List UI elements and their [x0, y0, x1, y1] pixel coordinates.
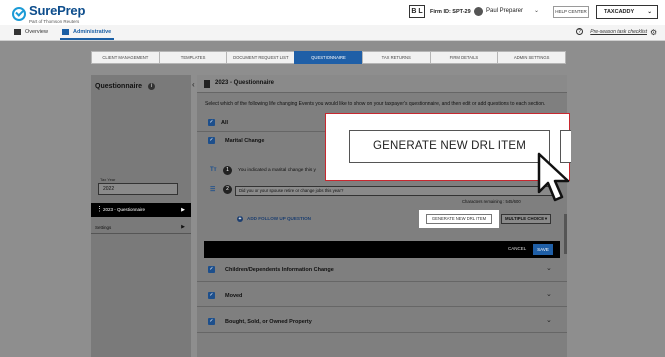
nav-overview-label: Overview: [25, 29, 48, 35]
add-follow-up-label: ADD FOLLOW UP QUESTION: [247, 216, 311, 221]
caret-right-icon: ▶: [181, 224, 185, 230]
nav-overview[interactable]: Overview: [14, 29, 48, 35]
question-text: You indicated a marital change this y: [238, 168, 316, 173]
help-circle-icon: ?: [576, 28, 583, 35]
chevron-down-icon[interactable]: ⌄: [546, 316, 552, 324]
taxcaddy-label: TAXCADDY: [604, 9, 635, 15]
nav-bar: Overview Administrative ? Pre-season tas…: [0, 25, 665, 41]
divider: [197, 332, 567, 333]
main-header: 2023 - Questionnaire: [197, 75, 567, 93]
text-format-icon[interactable]: Tт: [210, 167, 217, 173]
zoom-callout: GENERATE NEW DRL ITEM: [325, 113, 571, 181]
sureprep-logo[interactable]: SurePrep Part of Thomson Reuters: [12, 3, 85, 25]
sidebar-item-label: Settings: [95, 225, 112, 230]
event-label: Children/Dependents Information Change: [225, 267, 334, 273]
firm-id: Firm ID: SPT-29: [430, 9, 471, 15]
question-input[interactable]: Did you or your spouse retire or change …: [235, 186, 555, 196]
mouse-pointer-icon: [537, 152, 570, 202]
drl-highlight: GENERATE NEW DRL ITEM: [419, 210, 499, 228]
checkbox-children[interactable]: ✓: [208, 266, 215, 273]
cancel-button[interactable]: CANCEL: [508, 246, 526, 251]
add-follow-up-button[interactable]: + ADD FOLLOW UP QUESTION: [237, 216, 311, 222]
question-number: 2: [223, 185, 232, 194]
collapse-chevron-icon[interactable]: ‹: [192, 80, 195, 89]
sidebar-item-label: 2023 - Questionnaire: [103, 207, 146, 212]
tab-document-request-list[interactable]: DOCUMENT REQUEST LIST: [226, 51, 295, 64]
page-title: 2023 - Questionnaire: [215, 80, 275, 86]
checkbox-property[interactable]: ✓: [208, 318, 215, 325]
divider: [197, 281, 567, 282]
all-label: All: [221, 120, 229, 126]
tab-firm-details[interactable]: FIRM DETAILS: [429, 51, 498, 64]
id-card-icon: [62, 29, 69, 35]
list-icon[interactable]: ☰: [210, 186, 215, 193]
active-nav-underline: [60, 38, 114, 40]
taxcaddy-button[interactable]: TAXCADDY ⌄: [596, 5, 658, 19]
question-number: 1: [223, 166, 232, 175]
caret-down-icon: ▾: [544, 216, 547, 221]
tax-year-select[interactable]: 2022: [98, 183, 178, 195]
checkbox-marital-change[interactable]: ✓: [208, 137, 215, 144]
questionnaire-sidebar: Questionnaire i ‹ Tax Year 2022 ⋮ 2023 -…: [91, 75, 195, 357]
user-name[interactable]: Paul Preparer: [486, 8, 523, 14]
sidebar-item-settings[interactable]: Settings ▶: [91, 221, 191, 234]
pre-season-checklist-link[interactable]: Pre-season task checklist: [590, 29, 647, 35]
document-icon: [204, 80, 210, 88]
tab-templates[interactable]: TEMPLATES: [158, 51, 227, 64]
tab-admin-settings[interactable]: ADMIN SETTINGS: [497, 51, 567, 64]
instructions-text: Select which of the following life chang…: [205, 101, 546, 107]
caret-right-icon: ▶: [181, 207, 185, 213]
characters-remaining: Characters remaining : 545/600: [462, 199, 521, 204]
question-type-label: MULTIPLE CHOICE: [505, 216, 545, 221]
info-icon[interactable]: i: [148, 83, 155, 90]
firm-badge: B L: [409, 5, 425, 18]
top-header: SurePrep Part of Thomson Reuters B L Fir…: [0, 0, 665, 25]
tax-year-label: Tax Year: [100, 177, 116, 182]
logo-name: SurePrep: [29, 3, 86, 18]
home-icon: [14, 29, 21, 35]
chevron-down-icon[interactable]: ⌄: [546, 290, 552, 298]
question-type-select[interactable]: MULTIPLE CHOICE ▾: [501, 214, 551, 224]
event-label: Moved: [225, 293, 243, 299]
chevron-down-icon[interactable]: ⌄: [546, 264, 552, 272]
plus-icon: +: [237, 216, 243, 222]
sidebar-item-2023-questionnaire[interactable]: ⋮ 2023 - Questionnaire ▶: [91, 203, 191, 217]
drag-handle-icon: ⋮: [96, 206, 103, 213]
generate-drl-button[interactable]: GENERATE NEW DRL ITEM: [426, 214, 492, 224]
user-avatar-icon[interactable]: [474, 7, 483, 16]
sidebar-title: Questionnaire: [95, 83, 143, 90]
tab-questionnaire[interactable]: QUESTIONNAIRE: [294, 51, 362, 64]
checkmark-logo-icon: [12, 6, 26, 21]
logo-subtitle: Part of Thomson Reuters: [29, 19, 80, 24]
save-button[interactable]: SAVE: [533, 244, 553, 255]
tab-tax-returns[interactable]: TAX RETURNS: [361, 51, 430, 64]
divider: [197, 306, 567, 307]
chevron-down-icon[interactable]: ⌄: [534, 7, 539, 14]
action-bar: CANCEL SAVE: [204, 241, 560, 258]
admin-tabs: CLIENT MANAGEMENT TEMPLATES DOCUMENT REQ…: [91, 51, 567, 64]
nav-administrative[interactable]: Administrative: [62, 29, 111, 35]
gear-icon[interactable]: ⚙: [650, 28, 657, 37]
chevron-down-icon: ⌄: [647, 9, 652, 15]
generate-new-drl-item-button[interactable]: GENERATE NEW DRL ITEM: [349, 130, 550, 163]
event-label: Bought, Sold, or Owned Property: [225, 319, 312, 325]
checkbox-moved[interactable]: ✓: [208, 292, 215, 299]
checkbox-all[interactable]: ✓: [208, 119, 215, 126]
scrollbar[interactable]: [564, 214, 567, 254]
help-center-button[interactable]: HELP CENTER: [553, 6, 589, 18]
nav-administrative-label: Administrative: [73, 29, 112, 35]
event-label: Marital Change: [225, 138, 265, 144]
tab-client-management[interactable]: CLIENT MANAGEMENT: [91, 51, 159, 64]
